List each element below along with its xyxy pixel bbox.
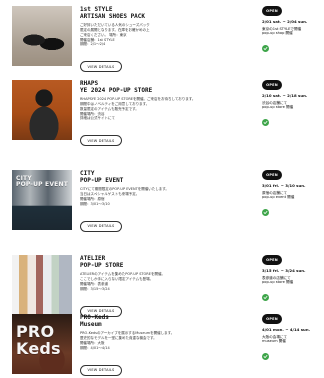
event-info: ATELIER POP-UP STORE ATELIERのアイテムを集めたPOP… [80, 255, 240, 317]
event-meta: OPEN 2/10 sat. ~ 2/18 sun. 渋谷の店舗にて pop-u… [262, 80, 316, 129]
event-title: CITY POP-UP EVENT [80, 170, 124, 185]
event-meta: OPEN 4/01 mon. ~ 4/14 sun. 大阪の会場にて museu… [262, 314, 316, 363]
event-row: CITY POP-UP EVENT CITY POP-UP EVENT CITY… [0, 170, 324, 234]
event-meta: OPEN 3/15 fri. ~ 3/24 sun. 表参道の店舗にて pop-… [262, 255, 316, 304]
check-icon [262, 44, 269, 52]
view-details-button[interactable]: VIEW DETAILS [80, 135, 122, 147]
view-details-button[interactable]: VIEW DETAILS [80, 220, 122, 232]
event-meta-line: pop-up store 開催 [262, 280, 294, 285]
event-row: ATELIER POP-UP STORE ATELIERのアイテムを集めたPOP… [0, 255, 324, 319]
event-info: CITY POP-UP EVENT CITYにて期間限定のPOP-UP EVEN… [80, 170, 240, 232]
event-description: CITYにて期間限定のPOP-UP EVENTを開催いたします。 当日はスペシャ… [80, 187, 240, 206]
status-badge: OPEN [262, 6, 282, 16]
event-row: RHAPS YE 2024 POP-UP STORE RHAPSYE 2024 … [0, 80, 324, 147]
event-info: RHAPS YE 2024 POP-UP STORE RHAPSYE 2024 … [80, 80, 240, 147]
event-date-range: 4/01 mon. ~ 4/14 sun. [262, 327, 311, 332]
event-meta-line: museum 開催 [262, 339, 286, 344]
status-badge: OPEN [262, 80, 282, 90]
event-thumbnail[interactable]: CITY POP-UP EVENT [12, 170, 72, 230]
event-info: 1st STYLE ARTISAN SHOES PACK ご好評いただいている人… [80, 6, 240, 73]
event-description-line: 詳細は公式サイトにて [80, 116, 115, 121]
event-date-range: 2/10 sat. ~ 2/18 sun. [262, 93, 308, 98]
thumbnail-overlay-text: PRO Keds [16, 322, 61, 358]
event-description: PRO-Kedsのアーカイブを展示するMuseumを開催します。 歴史的なモデル… [80, 331, 240, 350]
event-description-line: 期間：4/01〜4/14 [80, 345, 110, 350]
event-title: 1st STYLE ARTISAN SHOES PACK [80, 6, 146, 21]
view-details-button[interactable]: VIEW DETAILS [80, 61, 122, 73]
check-icon [262, 293, 269, 301]
event-description: ご好評いただいている人気のシューズパック 限定の展開となります。在庫をお確かめの… [80, 23, 240, 47]
check-icon [262, 352, 269, 360]
event-meta-line: pop-up store 開催 [262, 105, 294, 110]
event-thumbnail[interactable] [12, 255, 72, 315]
event-description-line: 期間：2/1〜2/4 [80, 42, 106, 47]
event-title: PRO-Keds Museum [80, 314, 109, 329]
thumbnail-overlay-text: CITY POP-UP EVENT [16, 175, 68, 189]
event-thumbnail[interactable]: PRO Keds [12, 314, 72, 374]
event-info: PRO-Keds Museum PRO-Kedsのアーカイブを展示するMuseu… [80, 314, 240, 376]
event-description: RHAPSYE 2024 POP-UP STOREを開催。ご来店をお待ちしており… [80, 97, 240, 121]
event-date-range: 3/15 fri. ~ 3/24 sun. [262, 268, 306, 273]
event-list: 1st STYLE ARTISAN SHOES PACK ご好評いただいている人… [0, 0, 324, 378]
event-meta: OPEN 2/01 sat. ~ 2/04 sun. 東京の1st STYLEで… [262, 6, 316, 55]
event-row: PRO Keds PRO-Keds Museum PRO-Kedsのアーカイブを… [0, 314, 324, 378]
event-meta: OPEN 3/01 fri. ~ 3/10 sun. 原宿の店舗にて pop-u… [262, 170, 316, 219]
status-badge: OPEN [262, 170, 282, 180]
status-badge: OPEN [262, 314, 282, 324]
status-badge: OPEN [262, 255, 282, 265]
event-date-range: 2/01 sat. ~ 2/04 sun. [262, 19, 308, 24]
check-icon [262, 208, 269, 216]
check-icon [262, 118, 269, 126]
event-row: 1st STYLE ARTISAN SHOES PACK ご好評いただいている人… [0, 6, 324, 73]
event-thumbnail[interactable] [12, 80, 72, 140]
event-description: ATELIERのアイテムを集めたPOP-UP STOREを開催。 ここでしか手に… [80, 272, 240, 291]
view-details-button[interactable]: VIEW DETAILS [80, 364, 122, 376]
event-meta-line: pop-up shop 開催 [262, 31, 293, 36]
event-title: RHAPS YE 2024 POP-UP STORE [80, 80, 153, 95]
event-title: ATELIER POP-UP STORE [80, 255, 124, 270]
event-thumbnail[interactable] [12, 6, 72, 66]
event-meta-line: pop-up event 開催 [262, 195, 295, 200]
event-description-line: 期間：3/15〜3/24 [80, 286, 110, 291]
event-description-line: 期間：3/01〜3/10 [80, 201, 110, 206]
event-date-range: 3/01 fri. ~ 3/10 sun. [262, 183, 306, 188]
